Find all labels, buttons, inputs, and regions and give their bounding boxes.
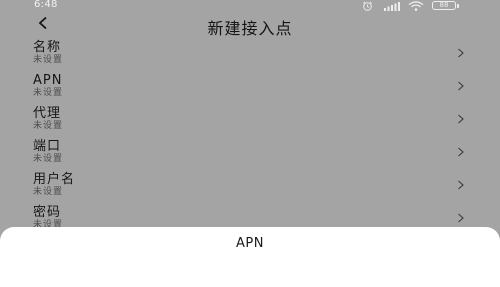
row-label: 代理 xyxy=(33,106,62,121)
row-label: APN xyxy=(33,73,63,88)
setting-row-apn[interactable]: APN 未设置 xyxy=(0,73,500,106)
row-value: 未设置 xyxy=(33,55,64,65)
row-value: 未设置 xyxy=(33,121,64,131)
setting-row-proxy[interactable]: 代理 未设置 xyxy=(0,106,500,139)
battery-level: 88 xyxy=(439,1,449,9)
row-label: 名称 xyxy=(33,40,62,55)
apn-dialog-sheet: APN xyxy=(0,227,500,287)
status-icons: 88 xyxy=(362,1,472,11)
row-label: 密码 xyxy=(33,205,62,220)
setting-row-port[interactable]: 端口 未设置 xyxy=(0,139,500,172)
setting-row-username[interactable]: 用户名 未设置 xyxy=(0,172,500,205)
signal-icon xyxy=(384,2,400,11)
settings-list: 名称 未设置 APN 未设置 代理 未设置 端口 未设置 用户名 未设置 密码 … xyxy=(0,40,500,238)
chevron-right-icon xyxy=(458,147,464,157)
status-bar: 6:48 88 xyxy=(0,0,500,12)
chevron-right-icon xyxy=(458,114,464,124)
page-title: 新建接入点 xyxy=(207,19,293,38)
header: 新建接入点 xyxy=(0,12,500,38)
row-value: 未设置 xyxy=(33,154,64,164)
alarm-icon xyxy=(362,1,373,11)
setting-row-name[interactable]: 名称 未设置 xyxy=(0,40,500,73)
status-time: 6:48 xyxy=(34,0,58,10)
row-value: 未设置 xyxy=(33,187,64,197)
chevron-right-icon xyxy=(458,180,464,190)
chevron-right-icon xyxy=(458,81,464,91)
dialog-title: APN xyxy=(236,236,264,251)
row-label: 端口 xyxy=(33,139,62,154)
chevron-right-icon xyxy=(458,48,464,58)
row-label: 用户名 xyxy=(33,172,76,187)
chevron-right-icon xyxy=(458,213,464,223)
row-value: 未设置 xyxy=(33,88,64,98)
battery-tip xyxy=(457,4,459,8)
battery-icon: 88 xyxy=(432,1,456,10)
wifi-icon xyxy=(408,1,424,11)
